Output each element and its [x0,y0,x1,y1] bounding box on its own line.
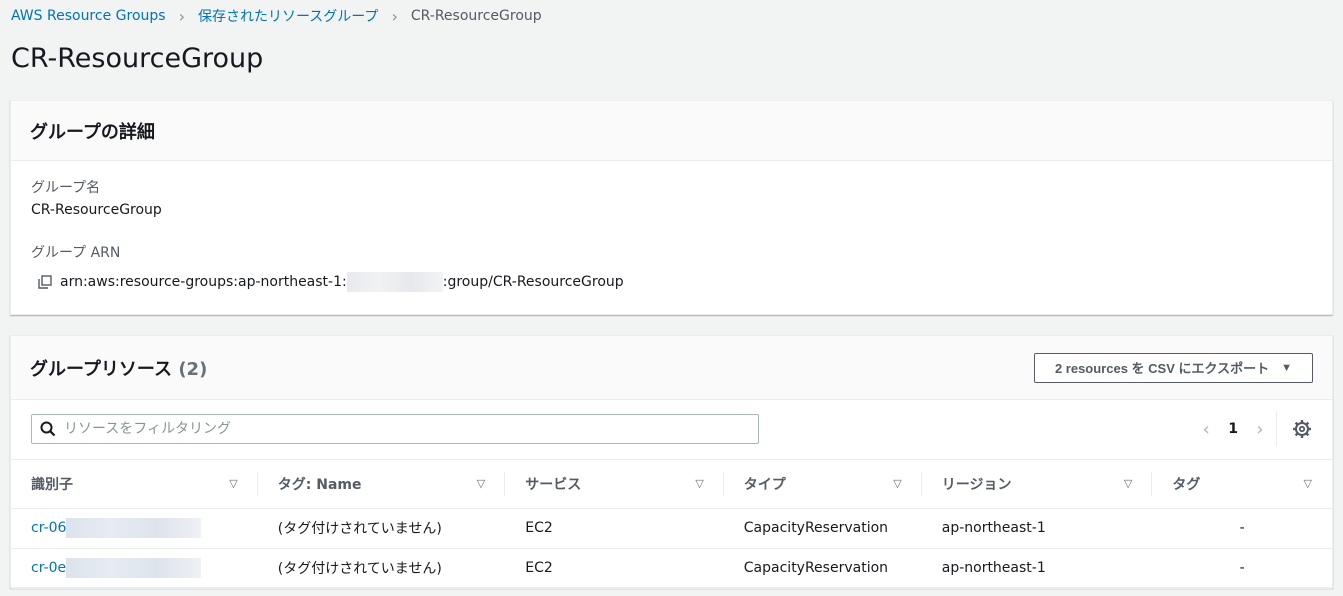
service-cell: EC2 [505,548,724,589]
identifier-cell: cr-0e [11,548,258,589]
copy-icon[interactable] [38,275,52,289]
search-icon [40,421,56,437]
group-name-label: グループ名 [31,180,101,196]
filter-input[interactable] [64,421,744,437]
column-label: タイプ [743,476,786,493]
group-name-value: CR-ResourceGroup [31,202,162,218]
group-details-header: グループの詳細 [11,101,1332,161]
chevron-right-icon: › [178,6,185,26]
resource-link[interactable]: cr-0e [31,560,66,576]
group-resources-header: グループリソース (2) 2 resources を CSV にエクスポート ▼ [11,336,1332,400]
sort-icon[interactable]: ▽ [477,477,485,490]
chevron-right-icon[interactable]: › [1250,419,1270,440]
resource-count: (2) [178,358,208,380]
breadcrumb-link-resource-groups[interactable]: AWS Resource Groups [11,8,166,24]
table-row: cr-0e (タグ付けされていません) EC2 CapacityReservat… [11,548,1332,589]
tag-name-cell: (タグ付けされていません) [257,508,506,549]
page-title: CR-ResourceGroup [11,43,264,74]
group-details-heading: グループの詳細 [30,121,155,143]
group-arn-row: arn:aws:resource-groups:ap-northeast-1: … [38,272,624,292]
resources-table: 識別子 ▽ タグ: Name ▽ サービス ▽ タイプ ▽ リージョン ▽ タグ ▽ cr-… [11,460,1332,589]
filter-box [31,414,759,444]
arn-prefix: arn:aws:resource-groups:ap-northeast-1: [60,274,347,290]
column-label: タグ [1172,476,1201,493]
column-header-service[interactable]: サービス ▽ [505,460,724,509]
column-header-identifier[interactable]: 識別子 ▽ [11,460,258,509]
sort-icon[interactable]: ▽ [893,477,901,490]
breadcrumb: AWS Resource Groups › 保存されたリソースグループ › CR… [11,6,542,26]
sort-icon[interactable]: ▽ [1304,477,1312,490]
group-details-panel: グループの詳細 グループ名 CR-ResourceGroup グループ ARN … [10,100,1333,315]
column-label: 識別子 [31,476,73,493]
region-cell: ap-northeast-1 [921,508,1153,549]
region-cell: ap-northeast-1 [921,548,1153,589]
export-csv-label: 2 resources を CSV にエクスポート [1054,361,1270,376]
resource-link[interactable]: cr-06 [31,520,66,536]
column-label: サービス [525,476,582,493]
filter-row: ‹ 1 › [11,400,1332,460]
table-header-row: 識別子 ▽ タグ: Name ▽ サービス ▽ タイプ ▽ リージョン ▽ タグ ▽ [11,460,1332,509]
column-label: リージョン [941,476,1012,493]
tags-cell: - [1152,548,1332,589]
type-cell: CapacityReservation [723,548,922,589]
group-resources-title: グループリソース [30,358,173,380]
sort-icon[interactable]: ▽ [229,477,237,490]
pagination: ‹ 1 › [1196,414,1270,444]
column-header-type[interactable]: タイプ ▽ [723,460,922,509]
tag-name-cell: (タグ付けされていません) [257,548,506,589]
breadcrumb-current: CR-ResourceGroup [410,8,542,24]
chevron-right-icon: › [391,6,398,26]
column-header-tags[interactable]: タグ ▽ [1152,460,1332,509]
chevron-left-icon[interactable]: ‹ [1196,419,1216,440]
gear-icon[interactable] [1292,419,1312,439]
redacted-id [66,558,202,578]
column-header-region[interactable]: リージョン ▽ [921,460,1153,509]
divider [1276,412,1277,446]
group-arn-label: グループ ARN [31,245,121,261]
table-row: cr-06 (タグ付けされていません) EC2 CapacityReservat… [11,508,1332,549]
sort-icon[interactable]: ▽ [695,477,703,490]
identifier-cell: cr-06 [11,508,258,549]
type-cell: CapacityReservation [723,508,922,549]
group-resources-panel: グループリソース (2) 2 resources を CSV にエクスポート ▼… [10,335,1333,589]
column-label: タグ: Name [277,476,362,493]
sort-icon[interactable]: ▽ [1124,477,1132,490]
breadcrumb-link-saved-groups[interactable]: 保存されたリソースグループ [198,6,378,26]
caret-down-icon: ▼ [1281,361,1292,374]
arn-suffix: :group/CR-ResourceGroup [442,274,624,290]
export-csv-button[interactable]: 2 resources を CSV にエクスポート ▼ [1033,352,1313,383]
redacted-account-id [346,272,443,292]
tags-cell: - [1152,508,1332,549]
column-header-tag-name[interactable]: タグ: Name ▽ [257,460,506,509]
group-resources-heading: グループリソース (2) [30,355,207,381]
redacted-id [66,518,202,538]
page-number[interactable]: 1 [1228,421,1238,437]
service-cell: EC2 [505,508,724,549]
